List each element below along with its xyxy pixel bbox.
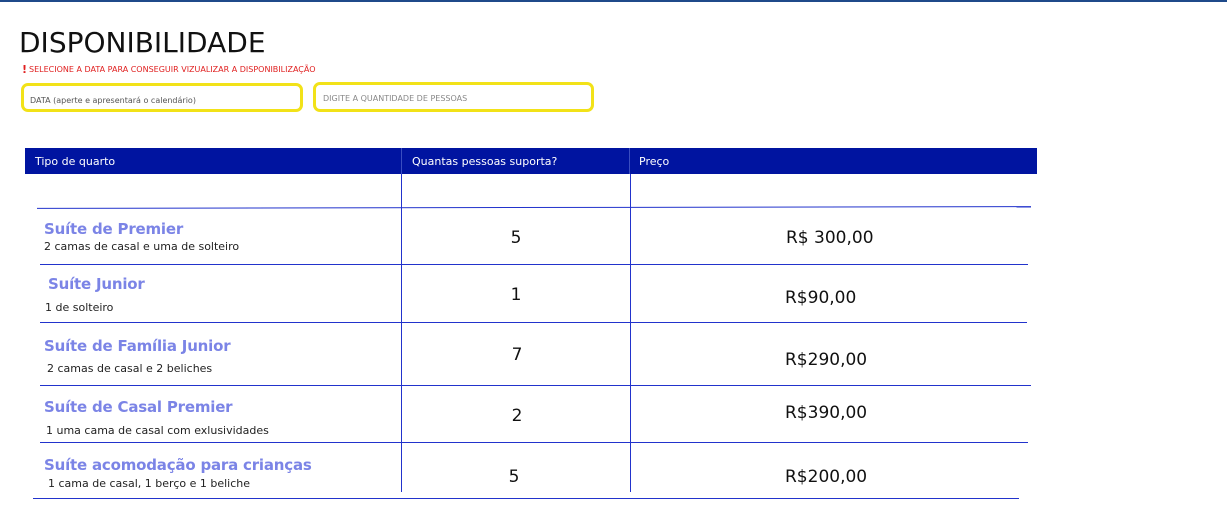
warning-text: SELECIONE A DATA PARA CONSEGUIR VIZUALIZ… xyxy=(29,65,316,74)
room-description: 2 camas de casal e uma de solteiro xyxy=(44,240,240,253)
date-warning: ! SELECIONE A DATA PARA CONSEGUIR VIZUALI… xyxy=(22,62,316,76)
room-description: 1 cama de casal, 1 berço e 1 beliche xyxy=(48,477,251,490)
room-description: 1 de solteiro xyxy=(45,301,114,314)
room-price: R$290,00 xyxy=(785,350,868,370)
column-header-capacity: Quantas pessoas suporta? xyxy=(412,155,558,168)
page-title: DISPONIBILIDADE xyxy=(19,26,266,59)
room-capacity: 7 xyxy=(511,345,523,365)
room-name: Suíte Junior xyxy=(48,275,145,293)
room-description: 1 uma cama de casal com exlusividades xyxy=(46,424,269,437)
row-divider xyxy=(40,322,1027,323)
warning-icon: ! xyxy=(22,63,28,76)
row-divider xyxy=(36,206,1032,209)
row-divider xyxy=(33,498,1019,499)
people-quantity-placeholder: DIGITE A QUANTIDADE DE PESSOAS xyxy=(323,94,468,103)
row-divider xyxy=(40,264,1028,265)
people-quantity-field[interactable]: DIGITE A QUANTIDADE DE PESSOAS xyxy=(313,82,594,112)
row-divider xyxy=(40,442,1028,443)
column-divider xyxy=(401,174,402,492)
column-divider xyxy=(630,174,631,492)
column-header-price: Preço xyxy=(639,155,670,168)
room-price: R$90,00 xyxy=(785,288,857,308)
room-name: Suíte de Família Junior xyxy=(44,337,231,355)
room-name: Suíte de Casal Premier xyxy=(44,398,233,416)
date-field[interactable]: DATA (aperte e apresentará o calendário) xyxy=(21,83,303,112)
date-field-label: DATA (aperte e apresentará o calendário) xyxy=(30,96,196,105)
room-price: R$390,00 xyxy=(785,403,868,423)
column-header-room-type: Tipo de quarto xyxy=(35,155,116,168)
top-border xyxy=(0,0,1227,2)
room-name: Suíte de Premier xyxy=(44,220,184,238)
room-price: R$200,00 xyxy=(785,467,868,487)
room-name: Suíte acomodação para crianças xyxy=(44,456,312,474)
room-capacity: 1 xyxy=(510,285,522,305)
row-divider xyxy=(40,385,1031,386)
room-price: R$ 300,00 xyxy=(786,228,874,248)
header-divider xyxy=(629,148,630,174)
header-divider xyxy=(401,148,402,174)
room-capacity: 5 xyxy=(510,228,522,248)
room-description: 2 camas de casal e 2 beliches xyxy=(47,362,213,375)
table-header: Tipo de quarto Quantas pessoas suporta? … xyxy=(25,148,1037,174)
room-capacity: 5 xyxy=(508,467,520,487)
room-capacity: 2 xyxy=(511,406,523,426)
